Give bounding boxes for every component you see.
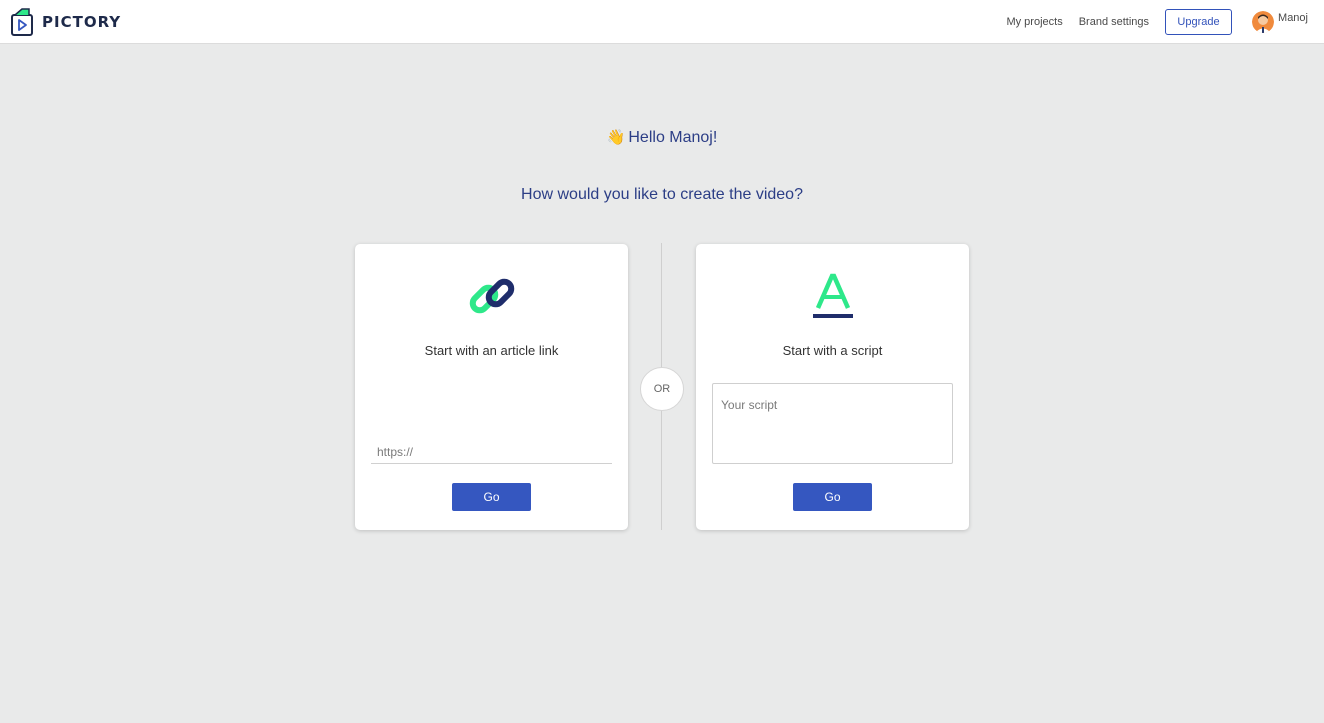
waving-hand-icon: 👋 bbox=[606, 129, 626, 146]
upgrade-button[interactable]: Upgrade bbox=[1165, 9, 1233, 35]
link-icon-wrapper bbox=[355, 272, 628, 320]
user-name: Manoj bbox=[1278, 12, 1308, 24]
top-nav: My projects Brand settings Upgrade Manoj bbox=[1006, 9, 1308, 35]
script-card-title: Start with a script bbox=[782, 343, 883, 358]
article-link-card: Start with an article link Go bbox=[355, 244, 628, 530]
text-a-icon bbox=[812, 273, 853, 318]
or-separator: OR bbox=[640, 367, 684, 411]
brand-settings-link[interactable]: Brand settings bbox=[1079, 16, 1149, 28]
script-textarea[interactable] bbox=[712, 383, 953, 464]
greeting-heading: 👋 Hello Manoj! bbox=[0, 128, 1324, 147]
top-navigation-bar: PICTORY My projects Brand settings Upgra… bbox=[0, 0, 1324, 44]
article-go-button[interactable]: Go bbox=[452, 483, 531, 511]
article-url-input[interactable] bbox=[371, 440, 612, 464]
greeting-text: Hello Manoj! bbox=[628, 129, 718, 146]
brand-name: PICTORY bbox=[42, 13, 122, 31]
my-projects-link[interactable]: My projects bbox=[1006, 16, 1062, 28]
script-go-button[interactable]: Go bbox=[793, 483, 872, 511]
pictory-logo-icon bbox=[11, 8, 33, 36]
link-icon bbox=[469, 278, 514, 314]
pictory-logo[interactable]: PICTORY bbox=[11, 8, 121, 36]
article-card-title: Start with an article link bbox=[424, 343, 559, 358]
text-icon-wrapper bbox=[696, 272, 969, 320]
create-video-question: How would you like to create the video? bbox=[521, 186, 803, 203]
user-menu[interactable]: Manoj bbox=[1252, 11, 1308, 33]
user-avatar-icon bbox=[1252, 11, 1275, 33]
script-card: Start with a script Go bbox=[696, 244, 969, 530]
